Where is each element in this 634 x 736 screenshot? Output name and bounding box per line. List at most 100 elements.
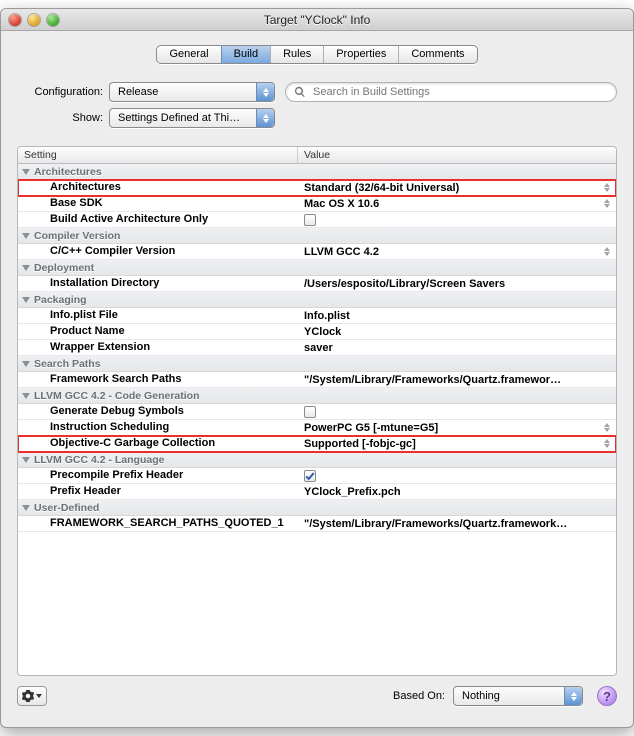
show-select[interactable]: Settings Defined at Thi… bbox=[109, 108, 275, 128]
setting-value[interactable]: "/System/Library/Frameworks/Quartz.frame… bbox=[298, 516, 616, 531]
checkbox[interactable] bbox=[304, 214, 316, 226]
based-on-value: Nothing bbox=[462, 690, 500, 702]
search-input[interactable] bbox=[311, 85, 608, 99]
checkbox[interactable] bbox=[304, 470, 316, 482]
setting-value-text: LLVM GCC 4.2 bbox=[304, 246, 379, 258]
table-row[interactable]: Build Active Architecture Only bbox=[18, 212, 616, 228]
section-header[interactable]: Architectures bbox=[18, 164, 616, 180]
setting-value-text: Mac OS X 10.6 bbox=[304, 198, 379, 210]
section-header[interactable]: Packaging bbox=[18, 292, 616, 308]
zoom-icon[interactable] bbox=[47, 14, 59, 26]
setting-key: C/C++ Compiler Version bbox=[18, 244, 298, 259]
checkbox[interactable] bbox=[304, 406, 316, 418]
help-button[interactable]: ? bbox=[597, 686, 617, 706]
table-header: Setting Value bbox=[18, 147, 616, 164]
setting-value[interactable]: "/System/Library/Frameworks/Quartz.frame… bbox=[298, 372, 616, 387]
section-header[interactable]: Search Paths bbox=[18, 356, 616, 372]
table-row[interactable]: Prefix Header YClock_Prefix.pch bbox=[18, 484, 616, 500]
table-row[interactable]: FRAMEWORK_SEARCH_PATHS_QUOTED_1"/System/… bbox=[18, 516, 616, 532]
setting-value-text: "/System/Library/Frameworks/Quartz.frame… bbox=[304, 518, 567, 530]
setting-value[interactable]: Mac OS X 10.6 bbox=[298, 196, 616, 211]
setting-value-text: /Users/esposito/Library/Screen Savers bbox=[304, 278, 505, 290]
minimize-icon[interactable] bbox=[28, 14, 40, 26]
setting-value-text: YClock bbox=[304, 326, 341, 338]
value-stepper-icon[interactable] bbox=[601, 245, 613, 258]
titlebar: Target "YClock" Info bbox=[1, 9, 633, 31]
setting-value[interactable] bbox=[298, 404, 616, 419]
setting-value[interactable]: Standard (32/64-bit Universal) bbox=[298, 180, 616, 195]
table-row[interactable]: Wrapper Extensionsaver bbox=[18, 340, 616, 356]
setting-value[interactable]: PowerPC G5 [-mtune=G5] bbox=[298, 420, 616, 435]
tab-properties[interactable]: Properties bbox=[323, 46, 398, 63]
setting-value[interactable] bbox=[298, 212, 616, 227]
setting-key: Wrapper Extension bbox=[18, 340, 298, 355]
configuration-label: Configuration: bbox=[17, 86, 109, 98]
tab-general[interactable]: General bbox=[157, 46, 220, 63]
footer-bar: Based On: Nothing ? bbox=[1, 676, 633, 706]
configuration-value: Release bbox=[118, 86, 158, 98]
table-row[interactable]: Framework Search Paths"/System/Library/F… bbox=[18, 372, 616, 388]
section-title: Search Paths bbox=[34, 358, 101, 370]
table-row[interactable]: Product NameYClock bbox=[18, 324, 616, 340]
value-stepper-icon[interactable] bbox=[601, 437, 613, 450]
setting-key: Installation Directory bbox=[18, 276, 298, 291]
chevron-updown-icon bbox=[256, 109, 274, 127]
table-row[interactable]: Objective-C Garbage CollectionSupported … bbox=[18, 436, 616, 452]
window: Target "YClock" Info GeneralBuildRulesPr… bbox=[0, 8, 634, 728]
section-header[interactable]: User-Defined bbox=[18, 500, 616, 516]
setting-value[interactable]: /Users/esposito/Library/Screen Savers bbox=[298, 276, 616, 291]
table-row[interactable]: Instruction SchedulingPowerPC G5 [-mtune… bbox=[18, 420, 616, 436]
disclosure-triangle-icon bbox=[22, 233, 30, 239]
action-menu-button[interactable] bbox=[17, 686, 47, 706]
setting-value-text: Info.plist bbox=[304, 310, 350, 322]
column-value[interactable]: Value bbox=[298, 147, 616, 163]
disclosure-triangle-icon bbox=[22, 393, 30, 399]
setting-value[interactable]: YClock_Prefix.pch bbox=[298, 484, 616, 499]
section-title: Deployment bbox=[34, 262, 94, 274]
window-title: Target "YClock" Info bbox=[264, 13, 371, 27]
disclosure-triangle-icon bbox=[22, 297, 30, 303]
configuration-select[interactable]: Release bbox=[109, 82, 275, 102]
tab-bar: GeneralBuildRulesPropertiesComments bbox=[1, 31, 633, 78]
table-row[interactable]: Installation Directory/Users/esposito/Li… bbox=[18, 276, 616, 292]
setting-key: Prefix Header bbox=[18, 484, 298, 499]
tab-comments[interactable]: Comments bbox=[398, 46, 476, 63]
setting-value[interactable]: saver bbox=[298, 340, 616, 355]
section-header[interactable]: Deployment bbox=[18, 260, 616, 276]
setting-value[interactable] bbox=[298, 468, 616, 483]
section-header[interactable]: LLVM GCC 4.2 - Code Generation bbox=[18, 388, 616, 404]
setting-key: Architectures bbox=[18, 180, 298, 195]
setting-value[interactable]: Supported [-fobjc-gc] bbox=[298, 436, 616, 451]
disclosure-triangle-icon bbox=[22, 505, 30, 511]
table-row[interactable]: C/C++ Compiler Version LLVM GCC 4.2 bbox=[18, 244, 616, 260]
chevron-down-icon bbox=[36, 694, 42, 698]
setting-value-text: YClock_Prefix.pch bbox=[304, 486, 401, 498]
setting-value[interactable]: YClock bbox=[298, 324, 616, 339]
table-row[interactable]: Info.plist FileInfo.plist bbox=[18, 308, 616, 324]
table-row[interactable]: ArchitecturesStandard (32/64-bit Univers… bbox=[18, 180, 616, 196]
section-title: User-Defined bbox=[34, 502, 99, 514]
tab-rules[interactable]: Rules bbox=[270, 46, 323, 63]
table-row[interactable]: Generate Debug Symbols bbox=[18, 404, 616, 420]
chevron-updown-icon bbox=[564, 687, 582, 705]
setting-key: Precompile Prefix Header bbox=[18, 468, 298, 483]
setting-value[interactable]: Info.plist bbox=[298, 308, 616, 323]
close-icon[interactable] bbox=[9, 14, 21, 26]
search-field[interactable] bbox=[285, 82, 617, 102]
show-value: Settings Defined at Thi… bbox=[118, 112, 240, 124]
value-stepper-icon[interactable] bbox=[601, 181, 613, 194]
setting-value[interactable]: LLVM GCC 4.2 bbox=[298, 244, 616, 259]
table-row[interactable]: Base SDKMac OS X 10.6 bbox=[18, 196, 616, 212]
settings-table: Setting Value ArchitecturesArchitectures… bbox=[17, 146, 617, 676]
based-on-select[interactable]: Nothing bbox=[453, 686, 583, 706]
section-title: Compiler Version bbox=[34, 230, 120, 242]
value-stepper-icon[interactable] bbox=[601, 421, 613, 434]
tab-build[interactable]: Build bbox=[221, 46, 270, 63]
setting-key: Objective-C Garbage Collection bbox=[18, 436, 298, 451]
section-header[interactable]: LLVM GCC 4.2 - Language bbox=[18, 452, 616, 468]
window-controls bbox=[9, 14, 59, 26]
table-row[interactable]: Precompile Prefix Header bbox=[18, 468, 616, 484]
column-setting[interactable]: Setting bbox=[18, 147, 298, 163]
section-header[interactable]: Compiler Version bbox=[18, 228, 616, 244]
value-stepper-icon[interactable] bbox=[601, 197, 613, 210]
